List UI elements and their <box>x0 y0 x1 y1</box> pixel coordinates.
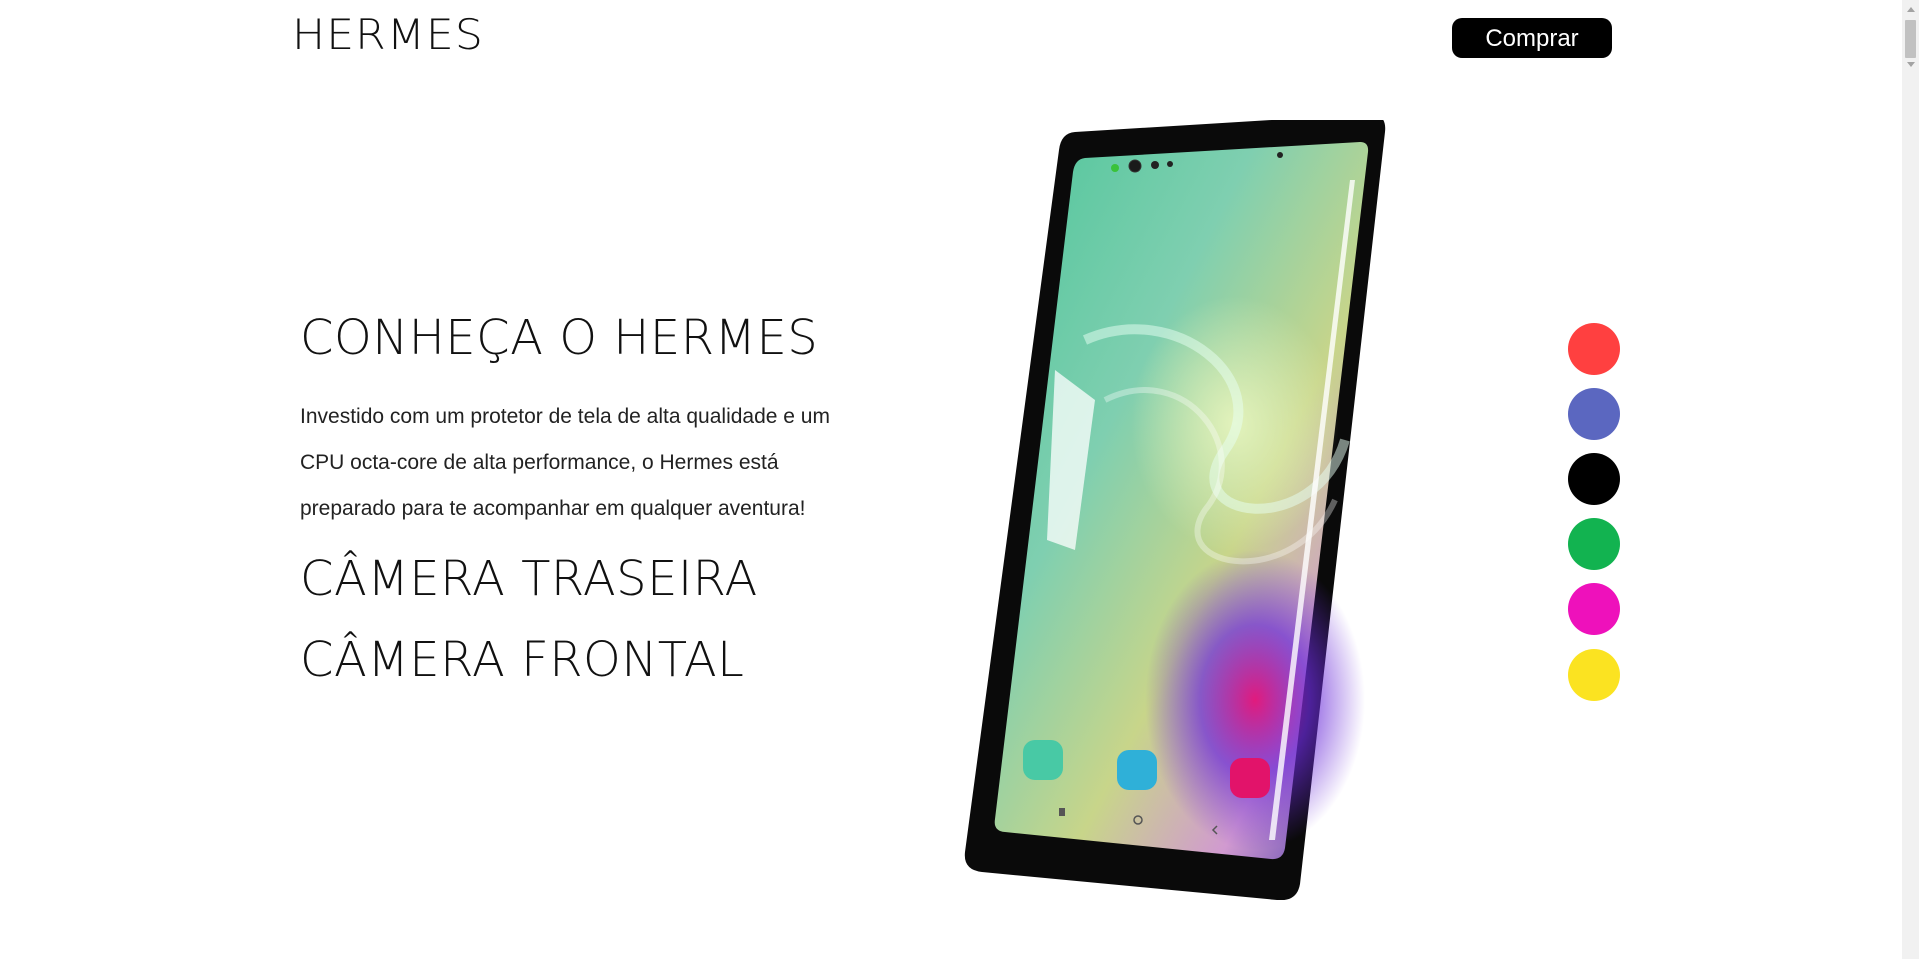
color-swatch-green[interactable] <box>1568 518 1620 570</box>
brand-logo[interactable]: HERMES <box>292 14 484 56</box>
hero-description: Investido com um protetor de tela de alt… <box>300 405 830 520</box>
rear-camera-link[interactable]: CÂMERA TRASEIRA <box>300 553 758 606</box>
color-swatch-red[interactable] <box>1568 323 1620 375</box>
scroll-down-arrow-icon[interactable] <box>1907 62 1915 67</box>
color-swatch-black[interactable] <box>1568 453 1620 505</box>
page: HERMES Comprar CONHEÇA O HERMES Investid… <box>0 0 1919 959</box>
front-camera-link[interactable]: CÂMERA FRONTAL <box>300 634 744 687</box>
scroll-thumb[interactable] <box>1905 20 1916 58</box>
buy-button[interactable]: Comprar <box>1452 18 1612 58</box>
scroll-up-arrow-icon[interactable] <box>1907 7 1915 12</box>
color-swatch-yellow[interactable] <box>1568 649 1620 701</box>
color-swatch-magenta[interactable] <box>1568 583 1620 635</box>
phone-image <box>964 120 1386 900</box>
hero-title: CONHEÇA O HERMES <box>300 310 819 366</box>
color-swatch-blue[interactable] <box>1568 388 1620 440</box>
page-scrollbar[interactable] <box>1902 0 1919 959</box>
